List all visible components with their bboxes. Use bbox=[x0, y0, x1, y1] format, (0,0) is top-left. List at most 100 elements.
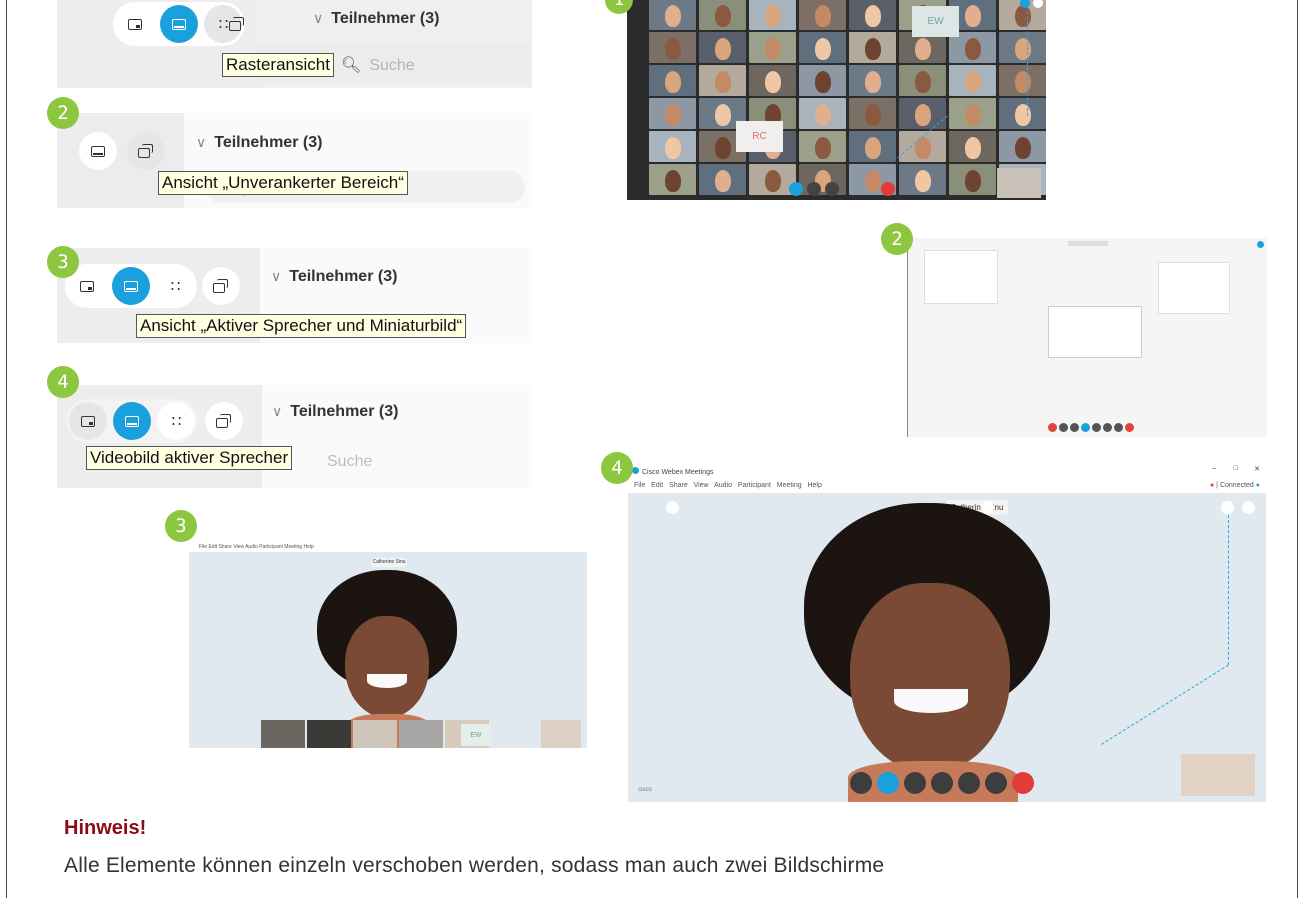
menu-file[interactable]: File bbox=[634, 482, 645, 489]
close-icon[interactable]: ✕ bbox=[1254, 465, 1260, 473]
participant-face bbox=[914, 38, 931, 60]
pin-button[interactable] bbox=[981, 501, 994, 514]
layout-button[interactable] bbox=[1221, 501, 1234, 514]
participants-button[interactable] bbox=[825, 182, 839, 196]
menu-share[interactable]: Share bbox=[669, 482, 688, 489]
video-tile bbox=[799, 164, 846, 195]
layout-button[interactable] bbox=[1257, 241, 1264, 248]
control-dot[interactable] bbox=[1114, 423, 1123, 432]
share-button[interactable] bbox=[807, 182, 821, 196]
control-dot[interactable] bbox=[1070, 423, 1079, 432]
thumbnail-view-icon bbox=[81, 415, 95, 427]
participant-face bbox=[714, 170, 731, 192]
active-speaker-icon bbox=[172, 18, 186, 30]
video-tile bbox=[749, 0, 796, 30]
app-title: Cisco Webex Meetings bbox=[642, 469, 714, 476]
participant-face bbox=[1014, 137, 1031, 159]
thumbnail-view-screenshot: File Edit Share View Audio Participant M… bbox=[189, 534, 587, 748]
thumbnail-initials: EW bbox=[461, 724, 491, 746]
control-dot[interactable] bbox=[1103, 423, 1112, 432]
dashed-pointer bbox=[1027, 6, 1028, 116]
menu-meeting[interactable]: Meeting bbox=[777, 482, 802, 489]
control-dot[interactable] bbox=[1059, 423, 1068, 432]
participant-face bbox=[914, 71, 931, 93]
floating-view-button[interactable] bbox=[127, 132, 165, 170]
participant-face bbox=[864, 170, 881, 192]
participant-face bbox=[764, 170, 781, 192]
participant-face bbox=[964, 38, 981, 60]
thumbnail-strip bbox=[261, 720, 489, 748]
menu-audio[interactable]: Audio bbox=[714, 482, 732, 489]
menu-participant[interactable]: Participant bbox=[738, 482, 771, 489]
end-call-button[interactable] bbox=[881, 182, 895, 196]
participants-heading[interactable]: ∨ Teilnehmer (3) bbox=[272, 403, 398, 421]
video-tile-initials: RC bbox=[736, 121, 783, 152]
participant-face bbox=[764, 5, 781, 27]
participants-heading[interactable]: ∨ Teilnehmer (3) bbox=[313, 10, 439, 28]
grid-view-button[interactable]: ∷ bbox=[157, 402, 195, 440]
video-tile bbox=[849, 131, 896, 162]
step-badge-2: 2 bbox=[47, 97, 79, 129]
participant-face bbox=[914, 170, 931, 192]
minimize-icon[interactable]: – bbox=[1212, 465, 1216, 472]
active-speaker-view-button[interactable] bbox=[79, 132, 117, 170]
search-field[interactable]: 🔍︎Suche bbox=[341, 55, 415, 75]
info-button[interactable] bbox=[666, 501, 679, 514]
participant-face bbox=[964, 170, 981, 192]
share-button[interactable] bbox=[904, 772, 926, 794]
participant-face bbox=[814, 5, 831, 27]
participant-face bbox=[714, 137, 731, 159]
active-speaker-icon bbox=[124, 280, 138, 292]
connection-status: ● | Connected ● bbox=[1210, 482, 1260, 489]
control-dot[interactable] bbox=[1125, 423, 1134, 432]
cisco-logo: cisco bbox=[638, 787, 652, 793]
video-tile bbox=[649, 164, 696, 195]
thumbnail-tile[interactable] bbox=[399, 720, 443, 748]
video-tile bbox=[749, 32, 796, 63]
video-tile bbox=[999, 131, 1046, 162]
thumbnail-tile[interactable] bbox=[307, 720, 351, 748]
thumbnail-tile[interactable] bbox=[353, 720, 397, 748]
floating-view-button[interactable] bbox=[218, 5, 256, 43]
participants-heading[interactable]: ∨ Teilnehmer (3) bbox=[271, 268, 397, 286]
video-tile bbox=[749, 65, 796, 96]
video-tile bbox=[649, 131, 696, 162]
menu-help[interactable]: Help bbox=[807, 482, 821, 489]
speaker-face bbox=[850, 583, 1010, 773]
participant-face bbox=[864, 71, 881, 93]
thumbnail-view-button[interactable] bbox=[116, 5, 154, 43]
participants-button[interactable] bbox=[931, 772, 953, 794]
active-speaker-view-button[interactable] bbox=[112, 267, 150, 305]
video-tile bbox=[999, 32, 1046, 63]
grid-view-screenshot: EW RC bbox=[627, 0, 1046, 200]
webex-logo-icon bbox=[632, 467, 639, 474]
active-speaker-view-button[interactable] bbox=[113, 402, 151, 440]
participants-heading[interactable]: ∨ Teilnehmer (3) bbox=[196, 134, 322, 152]
thumbnail-tile[interactable] bbox=[261, 720, 305, 748]
mute-button[interactable] bbox=[850, 772, 872, 794]
video-button[interactable] bbox=[877, 772, 899, 794]
floating-view-button[interactable] bbox=[205, 402, 243, 440]
active-speaker-view-button[interactable] bbox=[160, 5, 198, 43]
control-dot[interactable] bbox=[1092, 423, 1101, 432]
more-button[interactable] bbox=[985, 772, 1007, 794]
menu-view[interactable]: View bbox=[694, 482, 709, 489]
menu-bar: File Edit Share View Audio Participant M… bbox=[189, 544, 587, 552]
tooltip-floating-view: Ansicht „Unverankerter Bereich“ bbox=[158, 171, 408, 195]
note-title: Hinweis! bbox=[64, 817, 147, 839]
search-field[interactable]: Suche bbox=[327, 453, 372, 471]
control-dot[interactable] bbox=[1081, 423, 1090, 432]
participant-face bbox=[1014, 104, 1031, 126]
chat-button[interactable] bbox=[958, 772, 980, 794]
video-button[interactable] bbox=[789, 182, 803, 196]
thumbnail-view-button[interactable] bbox=[69, 402, 107, 440]
floating-view-button[interactable] bbox=[202, 267, 240, 305]
float-button[interactable] bbox=[1242, 501, 1255, 514]
end-call-button[interactable] bbox=[1012, 772, 1034, 794]
maximize-icon[interactable]: □ bbox=[1234, 465, 1238, 472]
grid-view-button[interactable]: ∷ bbox=[156, 267, 194, 305]
video-tile bbox=[849, 98, 896, 129]
control-dot[interactable] bbox=[1048, 423, 1057, 432]
tooltip-thumbnail-view: Ansicht „Aktiver Sprecher und Miniaturbi… bbox=[136, 314, 467, 338]
menu-edit[interactable]: Edit bbox=[651, 482, 663, 489]
